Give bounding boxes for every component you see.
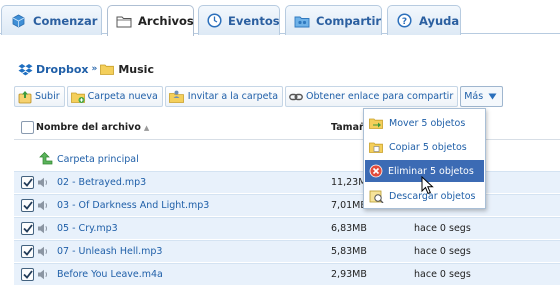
file-name-link[interactable]: 07 - Unleash Hell.mp3 — [57, 246, 162, 257]
table-row[interactable]: Before You Leave.m4a 2,93MB hace 0 segs — [14, 263, 560, 285]
mouse-cursor-icon — [421, 175, 434, 198]
breadcrumb-current: Music — [118, 62, 154, 76]
parent-folder-icon — [39, 152, 53, 168]
dropbox-box-icon — [10, 12, 27, 29]
invite-folder-icon — [168, 90, 184, 103]
tab-comenzar[interactable]: Comenzar — [1, 5, 102, 35]
tab-bar: Comenzar Archivos Eventos Compartir ? Ay… — [0, 0, 560, 36]
row-checkbox[interactable] — [21, 245, 34, 258]
chevron-down-icon — [488, 93, 497, 100]
download-icon — [369, 190, 384, 203]
file-name-link[interactable]: 02 - Betrayed.mp3 — [57, 177, 146, 188]
breadcrumb-folder-icon — [100, 63, 115, 75]
checkmark-icon — [22, 270, 33, 279]
file-name-link[interactable]: 03 - Of Darkness And Light.mp3 — [57, 200, 209, 211]
file-name-link[interactable]: 05 - Cry.mp3 — [57, 223, 118, 234]
checkmark-icon — [22, 178, 33, 187]
share-link-button-label: Obtener enlace para compartir — [306, 91, 454, 102]
file-size: 5,83MB — [331, 246, 367, 257]
column-header-name[interactable]: Nombre del archivo ▲ — [36, 122, 149, 133]
toolbar: Subir Carpeta nueva Invitar a la carpeta… — [14, 86, 505, 107]
breadcrumb-separator: » — [91, 64, 98, 74]
checkmark-icon — [22, 247, 33, 256]
tab-ayuda[interactable]: ? Ayuda — [387, 5, 461, 35]
new-folder-icon — [70, 92, 85, 103]
help-icon: ? — [396, 12, 413, 29]
checkmark-icon — [22, 224, 33, 233]
select-all-checkbox[interactable] — [21, 121, 34, 134]
table-row[interactable]: 07 - Unleash Hell.mp3 5,83MB hace 0 segs — [14, 240, 560, 262]
file-size: 11,23M — [331, 177, 367, 188]
tab-archivos-label: Archivos — [138, 14, 194, 28]
file-modified: hace 0 segs — [414, 246, 471, 257]
upload-icon — [18, 90, 32, 103]
row-checkbox[interactable] — [21, 176, 34, 189]
row-checkbox[interactable] — [21, 268, 34, 281]
more-button-label: Más — [464, 91, 484, 102]
invite-button-label: Invitar a la carpeta — [187, 91, 279, 102]
dropbox-logo-icon — [18, 63, 33, 76]
tab-comenzar-label: Comenzar — [33, 13, 98, 28]
upload-button-label: Subir — [35, 91, 60, 102]
breadcrumb-root-link[interactable]: Dropbox — [36, 63, 89, 76]
share-link-button[interactable]: Obtener enlace para compartir — [285, 86, 459, 107]
table-row[interactable]: 05 - Cry.mp3 6,83MB hace 0 segs — [14, 217, 560, 239]
audio-file-icon — [37, 200, 50, 214]
tab-archivos[interactable]: Archivos — [107, 5, 194, 36]
tab-compartir[interactable]: Compartir — [285, 5, 382, 35]
delete-icon — [369, 164, 383, 178]
new-folder-button[interactable]: Carpeta nueva — [66, 86, 163, 107]
tab-compartir-label: Compartir — [316, 13, 382, 28]
row-checkbox[interactable] — [21, 222, 34, 235]
file-size: 7,01MB — [331, 200, 367, 211]
parent-folder-link[interactable]: Carpeta principal — [57, 154, 139, 165]
column-header-size[interactable]: Tamañ — [331, 122, 366, 133]
tab-ayuda-label: Ayuda — [419, 13, 460, 28]
menu-item-copy[interactable]: Copiar 5 objetos — [365, 136, 484, 158]
link-icon — [289, 93, 303, 100]
menu-item-copy-label: Copiar 5 objetos — [389, 141, 467, 153]
breadcrumb: Dropbox » Music — [18, 61, 154, 77]
menu-item-delete-label: Eliminar 5 objetos — [388, 165, 474, 177]
more-button[interactable]: Más — [460, 86, 504, 107]
tab-eventos[interactable]: Eventos — [198, 5, 280, 35]
folder-icon — [116, 13, 132, 30]
audio-file-icon — [37, 177, 50, 191]
upload-button[interactable]: Subir — [14, 86, 65, 107]
file-size: 6,83MB — [331, 223, 367, 234]
invite-button[interactable]: Invitar a la carpeta — [164, 86, 284, 107]
share-folder-icon — [294, 12, 310, 29]
row-checkbox[interactable] — [21, 199, 34, 212]
new-folder-button-label: Carpeta nueva — [87, 91, 158, 102]
sort-asc-icon: ▲ — [143, 124, 150, 132]
file-size: 2,93MB — [331, 269, 367, 280]
file-modified: hace 0 segs — [414, 223, 471, 234]
checkmark-icon — [22, 201, 33, 210]
audio-file-icon — [37, 246, 50, 260]
file-modified: hace 0 segs — [414, 269, 471, 280]
copy-icon — [369, 142, 383, 153]
audio-file-icon — [37, 223, 50, 237]
tab-eventos-label: Eventos — [228, 13, 280, 28]
move-icon — [369, 118, 383, 129]
clock-icon — [207, 12, 222, 29]
svg-text:?: ? — [402, 17, 407, 27]
menu-item-move-label: Mover 5 objetos — [389, 117, 466, 129]
file-name-link[interactable]: Before You Leave.m4a — [57, 269, 163, 280]
menu-item-move[interactable]: Mover 5 objetos — [365, 112, 484, 134]
audio-file-icon — [37, 269, 50, 283]
